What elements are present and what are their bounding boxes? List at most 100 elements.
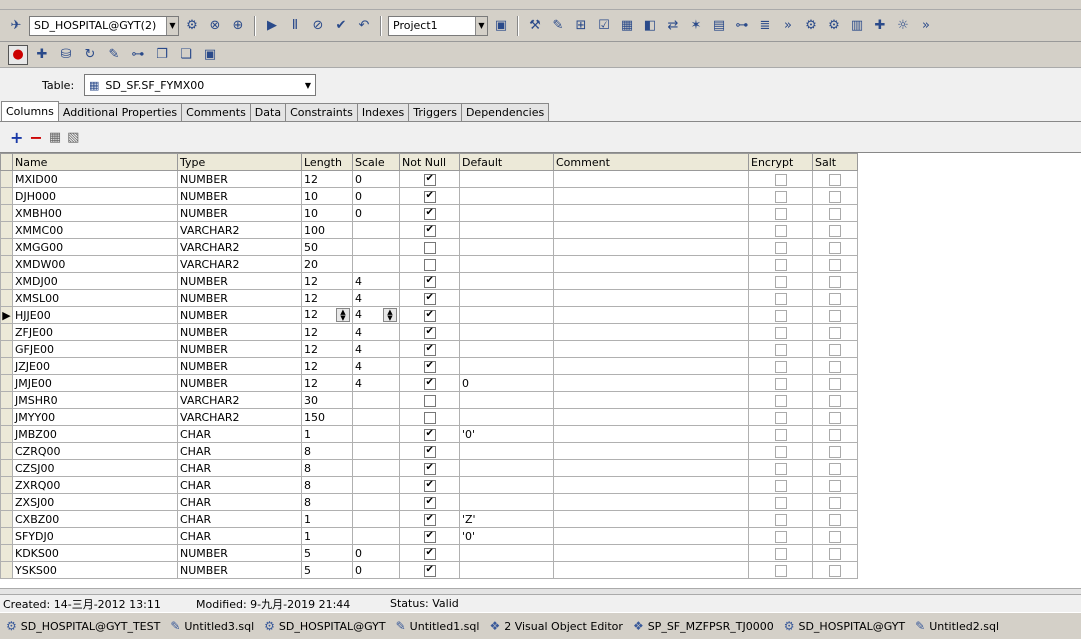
cell-salt[interactable] (812, 493, 858, 511)
cell-scale[interactable]: 4 (352, 374, 400, 392)
cell-name[interactable]: CZSJ00 (12, 459, 178, 477)
not-null-checkbox[interactable] (423, 411, 436, 424)
save-icon[interactable]: ▣ (200, 45, 220, 65)
grid-icon[interactable]: ▦ (617, 16, 637, 36)
cell-salt[interactable] (812, 204, 858, 222)
not-null-checkbox[interactable] (423, 496, 436, 509)
not-null-checkbox[interactable] (423, 292, 436, 305)
row-indicator[interactable] (0, 459, 13, 477)
row-indicator[interactable]: ▶ (0, 306, 13, 324)
cell-encrypt[interactable] (748, 391, 813, 409)
bulb-icon[interactable]: ☼ (893, 16, 913, 36)
tab-data[interactable]: Data (249, 103, 287, 121)
taskbar-item[interactable]: ❖ SP_SF_MZFPSR_TJ0000 (633, 619, 774, 633)
cell-encrypt[interactable] (748, 306, 813, 324)
table-row[interactable]: GFJE00 NUMBER 12 4 (0, 340, 858, 358)
cell-default[interactable]: 'Z' (459, 510, 554, 528)
cell-comment[interactable] (553, 187, 749, 205)
cell-name[interactable]: JZJE00 (12, 357, 178, 375)
row-indicator[interactable] (0, 272, 13, 290)
connect-icon[interactable]: ✈ (6, 16, 26, 36)
not-null-checkbox[interactable] (423, 309, 436, 322)
cell-salt[interactable] (812, 255, 858, 273)
cell-salt[interactable] (812, 374, 858, 392)
cell-salt[interactable] (812, 510, 858, 528)
cell-scale[interactable] (352, 459, 400, 477)
cell-encrypt[interactable] (748, 442, 813, 460)
connection-selector[interactable]: SD_HOSPITAL@GYT(2) ▼ (29, 15, 179, 36)
cell-type[interactable]: CHAR (177, 459, 302, 477)
table-row[interactable]: XMDJ00 NUMBER 12 4 (0, 272, 858, 290)
cell-encrypt[interactable] (748, 289, 813, 307)
taskbar-item[interactable]: ⚙ SD_HOSPITAL@GYT (264, 619, 385, 633)
cell-name[interactable]: HJJE00 (12, 306, 178, 324)
row-indicator[interactable] (0, 204, 13, 222)
table-row[interactable]: CXBZ00CHAR1 'Z' (0, 510, 858, 528)
encrypt-checkbox[interactable] (774, 479, 787, 492)
cell-default[interactable] (459, 476, 554, 494)
encrypt-checkbox[interactable] (774, 547, 787, 560)
chevron-down-icon[interactable]: ▼ (305, 81, 311, 90)
session-icon[interactable]: ⚙ (182, 16, 202, 36)
not-null-checkbox[interactable] (423, 530, 436, 543)
cell-default[interactable] (459, 442, 554, 460)
salt-checkbox[interactable] (829, 241, 841, 254)
cell-comment[interactable] (553, 221, 749, 239)
cell-default[interactable]: 0 (459, 374, 554, 392)
salt-checkbox[interactable] (829, 309, 841, 322)
not-null-checkbox[interactable] (423, 275, 436, 288)
cell-type[interactable]: NUMBER (177, 561, 302, 579)
tab-comments[interactable]: Comments (181, 103, 251, 121)
row-indicator[interactable] (0, 510, 13, 528)
not-null-checkbox[interactable] (423, 343, 436, 356)
cell-comment[interactable] (553, 527, 749, 545)
cell-not-null[interactable] (399, 476, 460, 494)
cell-salt[interactable] (812, 561, 858, 579)
cell-length[interactable]: 8 (301, 459, 353, 477)
cell-default[interactable] (459, 561, 554, 579)
cell-encrypt[interactable] (748, 476, 813, 494)
cell-comment[interactable] (553, 272, 749, 290)
compare-icon[interactable]: ⇄ (663, 16, 683, 36)
table-row[interactable]: CZRQ00 CHAR 8 (0, 442, 858, 460)
cell-encrypt[interactable] (748, 187, 813, 205)
cell-type[interactable]: VARCHAR2 (177, 221, 302, 239)
not-null-checkbox[interactable] (423, 360, 436, 373)
salt-checkbox[interactable] (829, 326, 841, 339)
not-null-checkbox[interactable] (423, 224, 436, 237)
encrypt-checkbox[interactable] (774, 292, 787, 305)
cross-icon[interactable]: ✚ (870, 16, 890, 36)
spinner-icon[interactable]: ▲ ▼ (336, 308, 350, 322)
header-name[interactable]: Name (12, 153, 178, 171)
salt-checkbox[interactable] (829, 207, 841, 220)
cell-length[interactable]: 12 (301, 374, 353, 392)
not-null-checkbox[interactable] (423, 513, 436, 526)
cell-not-null[interactable] (399, 255, 460, 273)
salt-checkbox[interactable] (829, 224, 841, 237)
not-null-checkbox[interactable] (423, 547, 436, 560)
cell-salt[interactable] (812, 289, 858, 307)
hierarchy-icon[interactable]: ⊶ (128, 45, 148, 65)
forward-icon[interactable]: » (778, 16, 798, 36)
salt-checkbox[interactable] (829, 173, 841, 186)
cell-encrypt[interactable] (748, 527, 813, 545)
cell-encrypt[interactable] (748, 204, 813, 222)
cell-type[interactable]: NUMBER (177, 204, 302, 222)
cell-length[interactable]: 12 (301, 340, 353, 358)
salt-checkbox[interactable] (829, 547, 841, 560)
table-row[interactable]: ZXRQ00 CHAR 8 (0, 476, 858, 494)
cell-name[interactable]: JMBZ00 (12, 425, 178, 443)
cell-name[interactable]: XMBH00 (12, 204, 178, 222)
cell-encrypt[interactable] (748, 544, 813, 562)
table-row[interactable]: JMBZ00CHAR1 '0' (0, 425, 858, 443)
globe-icon[interactable]: ⊕ (228, 16, 248, 36)
salt-checkbox[interactable] (829, 377, 841, 390)
cell-scale[interactable]: 0 (352, 170, 400, 188)
cell-salt[interactable] (812, 272, 858, 290)
project-selector[interactable]: Project1 ▼ (388, 15, 488, 36)
cell-not-null[interactable] (399, 408, 460, 426)
cell-default[interactable] (459, 221, 554, 239)
encrypt-checkbox[interactable] (774, 207, 787, 220)
schema-icon[interactable]: ⊞ (571, 16, 591, 36)
cell-name[interactable]: ZXRQ00 (12, 476, 178, 494)
